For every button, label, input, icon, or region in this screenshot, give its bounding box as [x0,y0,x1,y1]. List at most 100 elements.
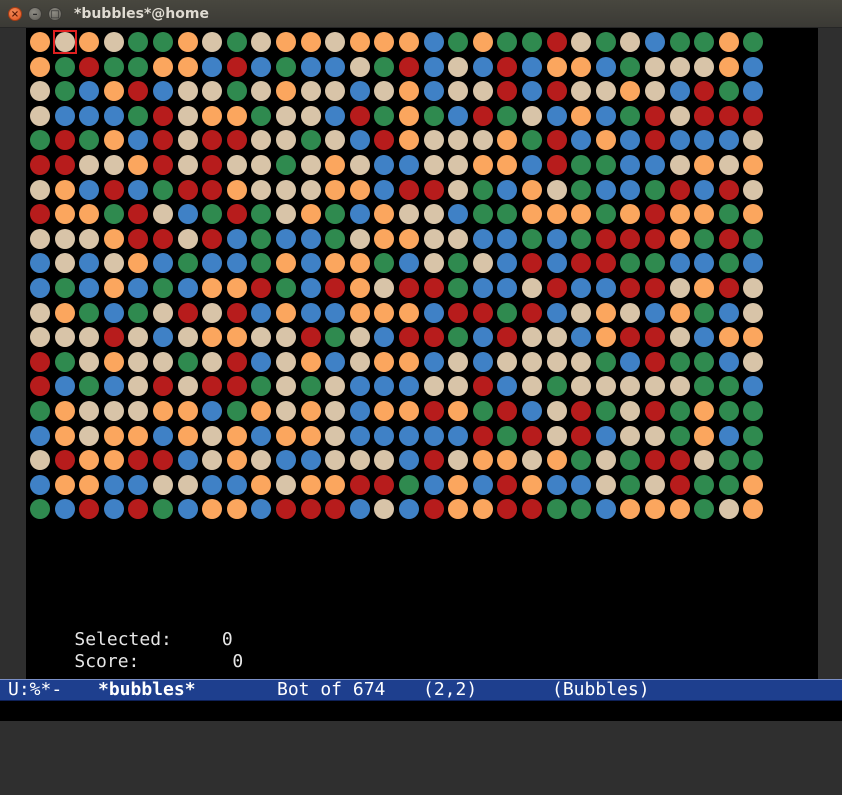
bubble[interactable] [399,57,419,77]
bubble[interactable] [448,253,468,273]
bubble[interactable] [547,155,567,175]
bubble[interactable] [350,499,370,519]
bubble[interactable] [547,57,567,77]
bubble[interactable] [251,106,271,126]
bubble[interactable] [547,327,567,347]
bubble[interactable] [301,204,321,224]
bubble[interactable] [596,303,616,323]
bubble[interactable] [374,204,394,224]
bubble[interactable] [79,229,99,249]
bubble[interactable] [202,57,222,77]
bubble[interactable] [694,278,714,298]
bubble[interactable] [251,499,271,519]
bubble[interactable] [645,204,665,224]
bubble[interactable] [670,303,690,323]
bubble[interactable] [448,450,468,470]
bubble[interactable] [522,401,542,421]
bubble[interactable] [325,475,345,495]
bubble[interactable] [596,253,616,273]
bubble[interactable] [30,130,50,150]
bubble[interactable] [620,450,640,470]
bubble[interactable] [251,130,271,150]
bubble[interactable] [571,475,591,495]
bubble[interactable] [719,278,739,298]
bubble[interactable] [178,278,198,298]
bubble[interactable] [670,352,690,372]
bubble[interactable] [399,204,419,224]
bubble[interactable] [374,57,394,77]
bubble[interactable] [153,57,173,77]
bubble[interactable] [104,253,124,273]
bubble[interactable] [325,106,345,126]
bubble[interactable] [251,426,271,446]
bubble[interactable] [448,426,468,446]
bubble[interactable] [596,499,616,519]
bubble[interactable] [55,81,75,101]
bubble[interactable] [55,155,75,175]
bubble[interactable] [350,352,370,372]
bubble[interactable] [153,303,173,323]
bubble[interactable] [694,401,714,421]
bubble[interactable] [276,499,296,519]
bubble[interactable] [473,426,493,446]
bubble[interactable] [497,81,517,101]
bubble[interactable] [276,401,296,421]
minibuffer[interactable] [0,701,842,721]
bubble[interactable] [424,57,444,77]
bubble[interactable] [670,106,690,126]
bubble[interactable] [276,327,296,347]
bubble[interactable] [743,352,763,372]
bubble[interactable] [448,327,468,347]
bubble[interactable] [55,57,75,77]
bubble[interactable] [153,81,173,101]
bubble[interactable] [571,32,591,52]
bubble[interactable] [128,352,148,372]
bubble[interactable] [645,450,665,470]
bubble[interactable] [719,229,739,249]
bubble[interactable] [178,303,198,323]
bubble[interactable] [55,303,75,323]
bubble[interactable] [104,426,124,446]
bubble[interactable] [497,57,517,77]
bubble[interactable] [178,426,198,446]
bubble[interactable] [153,376,173,396]
bubble[interactable] [596,278,616,298]
bubble[interactable] [620,106,640,126]
bubble[interactable] [473,401,493,421]
bubble[interactable] [128,130,148,150]
bubble[interactable] [497,426,517,446]
bubble[interactable] [251,475,271,495]
bubble[interactable] [694,57,714,77]
bubble[interactable] [399,475,419,495]
modeline-mode[interactable]: (Bubbles) [552,680,650,699]
bubble[interactable] [670,278,690,298]
bubble[interactable] [325,303,345,323]
bubble[interactable] [325,499,345,519]
bubble[interactable] [571,204,591,224]
bubble[interactable] [104,204,124,224]
bubble[interactable] [79,450,99,470]
bubble[interactable] [645,352,665,372]
bubble[interactable] [301,450,321,470]
bubble[interactable] [325,155,345,175]
bubble[interactable] [670,401,690,421]
bubble[interactable] [202,106,222,126]
bubble[interactable] [620,376,640,396]
bubble[interactable] [645,180,665,200]
bubble[interactable] [79,426,99,446]
bubble[interactable] [424,32,444,52]
bubble[interactable] [645,475,665,495]
bubble[interactable] [694,81,714,101]
bubble[interactable] [424,253,444,273]
bubble[interactable] [325,57,345,77]
bubble[interactable] [399,130,419,150]
bubble[interactable] [645,401,665,421]
bubble[interactable] [620,327,640,347]
bubble[interactable] [30,352,50,372]
bubble[interactable] [350,475,370,495]
bubble[interactable] [448,475,468,495]
bubble[interactable] [448,106,468,126]
bubble[interactable] [128,57,148,77]
bubble[interactable] [128,376,148,396]
bubble[interactable] [55,229,75,249]
